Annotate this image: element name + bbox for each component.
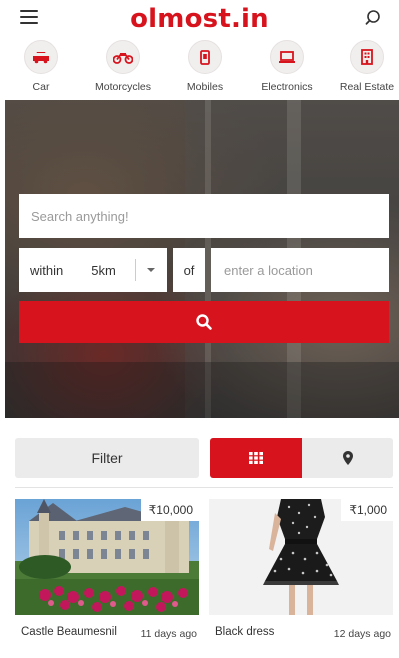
brand-logo[interactable]: olmost.in [0, 4, 399, 34]
divider [135, 259, 136, 281]
listing-age: 11 days ago [140, 628, 197, 640]
listing-price: ₹10,000 [140, 499, 199, 521]
category-label: Real Estate [339, 81, 395, 93]
caret-down-icon[interactable] [143, 264, 159, 276]
within-label: within [30, 262, 64, 278]
category-bar: Car Motorcycles Mobiles Electronics Real… [0, 40, 399, 98]
category-car[interactable]: Car [1, 40, 81, 93]
radius-value: 5km [91, 262, 116, 278]
category-label: Motorcycles [94, 81, 151, 93]
section-divider [15, 487, 393, 488]
map-view-button[interactable] [302, 438, 393, 478]
listing-price: ₹1,000 [341, 499, 393, 521]
location-input[interactable] [211, 248, 389, 292]
search-icon [196, 314, 212, 330]
car-icon [24, 40, 58, 74]
filter-button[interactable]: Filter [15, 438, 199, 478]
filter-bar: Filter [15, 438, 393, 478]
listing-card[interactable]: ₹1,000 Black dress 12 days ago [209, 499, 393, 649]
category-real-estate[interactable]: Real Estate [327, 40, 399, 93]
laptop-icon [270, 40, 304, 74]
listing-card[interactable]: ₹10,000 Castle Beaumesnil 11 days ago [15, 499, 199, 649]
hero-search-banner: within 5km of [5, 100, 399, 418]
search-input[interactable] [19, 194, 389, 238]
category-electronics[interactable]: Electronics [247, 40, 327, 93]
category-label: Car [32, 81, 50, 93]
listing-title: Castle Beaumesnil [21, 626, 117, 638]
search-button[interactable] [19, 301, 389, 343]
map-pin-icon [342, 451, 353, 465]
app-header: olmost.in [0, 0, 399, 38]
radius-selector[interactable]: within 5km [19, 248, 167, 292]
mobile-icon [188, 40, 222, 74]
motorcycle-icon [106, 40, 140, 74]
building-icon [350, 40, 384, 74]
grid-icon [249, 452, 263, 464]
listing-title: Black dress [215, 626, 275, 638]
category-motorcycles[interactable]: Motorcycles [83, 40, 163, 93]
of-label: of [173, 248, 205, 292]
search-icon[interactable] [365, 8, 385, 28]
category-label: Electronics [261, 81, 313, 93]
listing-age: 12 days ago [333, 628, 391, 640]
category-mobiles[interactable]: Mobiles [165, 40, 245, 93]
location-filter-row: within 5km of [19, 248, 389, 292]
category-label: Mobiles [186, 81, 224, 93]
grid-view-button[interactable] [210, 438, 302, 478]
